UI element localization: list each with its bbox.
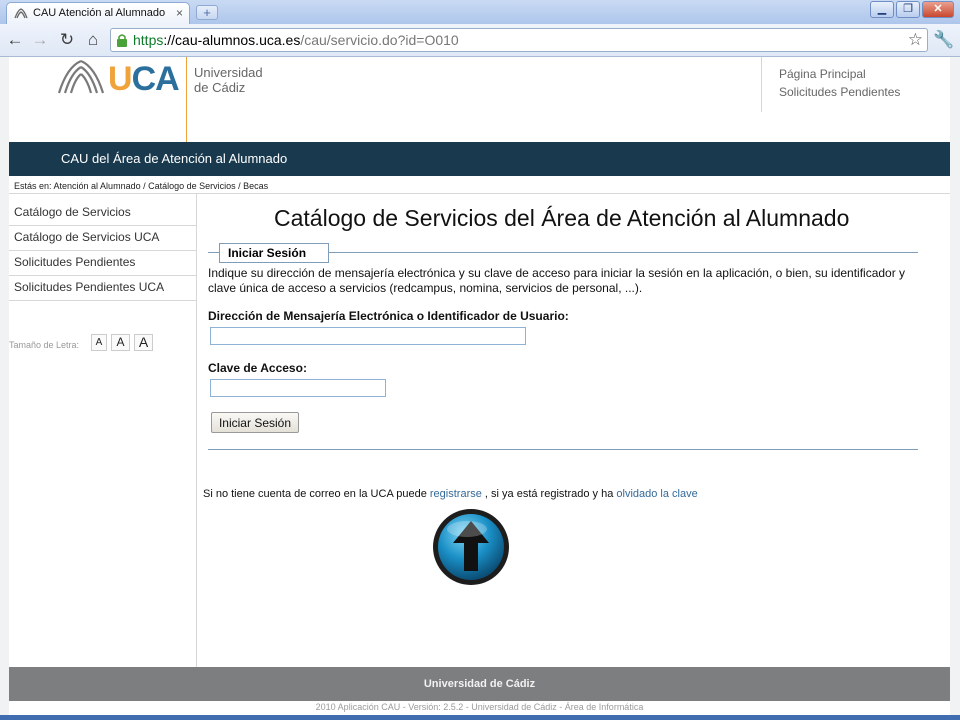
font-size-medium-button[interactable]: A — [111, 334, 130, 351]
email-field[interactable] — [210, 327, 526, 345]
browser-toolbar: ← → ↻ ⌂ https://cau-alumnos.uca.es/cau/s… — [0, 24, 960, 57]
minimize-button[interactable]: ▁ — [870, 1, 894, 18]
uca-logo-text: UCA — [108, 60, 180, 98]
banner: CAU del Área de Atención al Alumnado — [9, 142, 950, 176]
tab-close-icon[interactable]: × — [176, 6, 183, 20]
browser-titlebar: CAU Atención al Alumnado - Ir × + ▁ ❐ ✕ — [0, 0, 960, 24]
fieldset-border — [208, 252, 219, 253]
url-scheme: https — [133, 32, 164, 48]
university-name-line-1: Universidad — [194, 65, 263, 80]
password-field[interactable] — [210, 379, 386, 397]
tab-title: CAU Atención al Alumnado - Ir — [33, 7, 165, 19]
login-instructions: Indique su dirección de mensajería elect… — [208, 266, 906, 295]
uca-favicon-icon — [14, 8, 28, 19]
address-bar[interactable]: https://cau-alumnos.uca.es/cau/servicio.… — [110, 28, 928, 52]
fieldset-border — [329, 252, 918, 253]
help-prefix: Si no tiene cuenta de correo en la UCA p… — [203, 488, 427, 500]
url-text: https://cau-alumnos.uca.es/cau/servicio.… — [133, 32, 459, 48]
breadcrumb: Estás en: Atención al Alumnado / Catálog… — [14, 181, 269, 191]
logo-ca: CA — [131, 60, 180, 98]
home-icon[interactable]: ⌂ — [83, 30, 103, 50]
logo-divider — [186, 57, 187, 142]
page-title: Catálogo de Servicios del Área de Atenci… — [274, 205, 850, 231]
font-size-large-button[interactable]: A — [134, 334, 153, 351]
login-button[interactable]: Iniciar Sesión — [211, 412, 299, 433]
login-legend: Iniciar Sesión — [219, 243, 329, 263]
url-separator: :// — [163, 32, 176, 48]
maximize-button[interactable]: ❐ — [896, 1, 920, 18]
reload-icon[interactable]: ↻ — [57, 30, 77, 50]
sidebar: Catálogo de Servicios Catálogo de Servic… — [9, 194, 197, 667]
lock-icon — [117, 34, 127, 47]
forward-arrow-icon[interactable]: → — [30, 30, 50, 50]
email-label: Dirección de Mensajería Electrónica o Id… — [208, 309, 569, 323]
close-window-button[interactable]: ✕ — [922, 1, 954, 18]
footer-title: Universidad de Cádiz — [423, 678, 536, 690]
footer: Universidad de Cádiz — [9, 667, 950, 701]
star-icon[interactable]: ☆ — [908, 30, 923, 50]
sidebar-item-pending-requests-uca[interactable]: Solicitudes Pendientes UCA — [9, 276, 197, 301]
top-links-divider — [761, 57, 762, 112]
sidebar-item-pending-requests[interactable]: Solicitudes Pendientes — [9, 251, 197, 276]
browser-tab[interactable]: CAU Atención al Alumnado - Ir × — [6, 2, 190, 24]
font-size-label: Tamaño de Letra: — [9, 340, 80, 350]
url-path: /cau/servicio.do?id=O010 — [300, 32, 459, 48]
page-sheet: UCA Universidad de Cádiz Página Principa… — [9, 57, 950, 720]
help-text: Si no tiene cuenta de correo en la UCA p… — [203, 488, 698, 500]
help-middle: , si ya está registrado y ha — [484, 488, 614, 500]
new-tab-button[interactable]: + — [196, 5, 218, 20]
uca-logo-mark-icon — [57, 59, 105, 94]
forgot-password-link[interactable]: olvidado la clave — [616, 488, 697, 500]
university-name: Universidad de Cádiz — [194, 65, 263, 95]
uca-logo[interactable]: UCA — [57, 59, 182, 98]
register-link[interactable]: registrarse — [430, 488, 482, 500]
fieldset-bottom-border — [208, 449, 918, 450]
home-page-link[interactable]: Página Principal — [779, 67, 866, 81]
sidebar-item-service-catalog[interactable]: Catálogo de Servicios — [9, 201, 197, 226]
university-name-line-2: de Cádiz — [194, 80, 246, 95]
copyright: 2010 Aplicación CAU - Versión: 2.5.2 - U… — [315, 702, 644, 712]
password-label: Clave de Acceso: — [208, 361, 307, 375]
font-size-small-button[interactable]: A — [91, 334, 107, 351]
sidebar-item-service-catalog-uca[interactable]: Catálogo de Servicios UCA — [9, 226, 197, 251]
url-host: cau-alumnos.uca.es — [175, 32, 301, 48]
up-arrow-icon[interactable] — [431, 507, 511, 587]
page-viewport: UCA Universidad de Cádiz Página Principa… — [0, 57, 960, 720]
back-arrow-icon[interactable]: ← — [5, 30, 25, 50]
taskbar-edge — [0, 715, 960, 720]
pending-requests-link[interactable]: Solicitudes Pendientes — [779, 85, 900, 99]
logo-u: U — [108, 60, 133, 98]
wrench-icon[interactable]: 🔧 — [933, 29, 955, 51]
banner-title: CAU del Área de Atención al Alumnado — [61, 151, 288, 166]
